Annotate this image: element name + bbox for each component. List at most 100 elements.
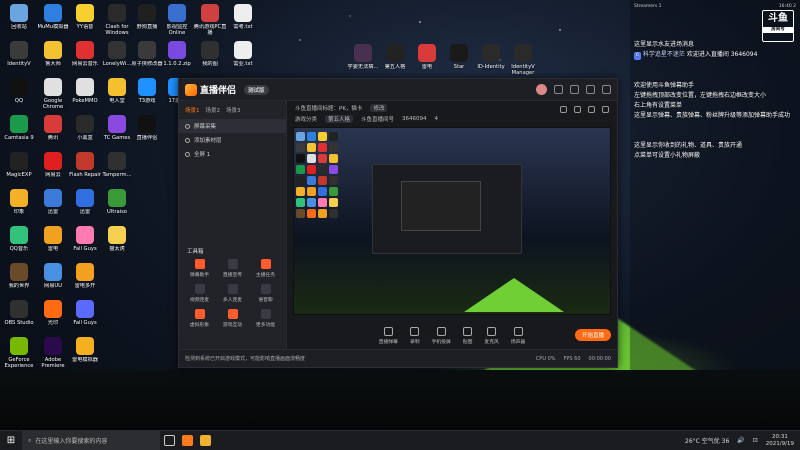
network-icon[interactable]: ⊡ — [753, 437, 758, 444]
desktop-icon[interactable]: YY语音 — [68, 4, 102, 30]
control-button[interactable]: 直播弹幕 — [379, 327, 398, 345]
weather-widget[interactable]: 26°C 空气优 36 — [685, 436, 729, 445]
desktop-icon[interactable]: QQ音乐 — [2, 226, 36, 252]
tab-scene-1[interactable]: 场景1 — [185, 106, 200, 114]
source-item[interactable]: 屏幕采集 — [179, 119, 286, 133]
desktop-icon[interactable]: 网易云音乐 — [68, 41, 102, 67]
stream-preview[interactable] — [293, 127, 611, 315]
desktop-icon[interactable]: 猫太虎 — [100, 226, 134, 252]
control-button[interactable]: 贴图 — [463, 327, 472, 345]
desktop-icon[interactable]: Clash for Windows — [100, 4, 134, 36]
desktop-icon[interactable]: GeForce Experience — [2, 337, 36, 369]
system-clock[interactable]: 20:31 2021/9/19 — [766, 434, 794, 448]
desktop-icon[interactable]: Camtasia 9 — [2, 115, 36, 141]
desktop-icon[interactable]: TC Games — [100, 115, 134, 141]
desktop-icon[interactable]: Ultraiso — [100, 189, 134, 215]
control-button[interactable]: 手机投屏 — [432, 327, 451, 345]
desktop-icon[interactable]: MuMu模拟器 — [36, 4, 70, 30]
minimize-icon[interactable] — [586, 85, 595, 94]
tool-item[interactable]: 虚拟形象 — [183, 309, 216, 328]
desktop-icon[interactable]: 鲁大师 — [36, 41, 70, 67]
desktop-icon[interactable]: 需业.txt — [226, 41, 260, 67]
desktop-icon[interactable]: 直播伴侣 — [130, 115, 164, 141]
desktop-icon[interactable]: 回收站 — [2, 4, 36, 30]
tool-item[interactable]: 更多功能 — [249, 309, 282, 328]
taskbar-search[interactable]: ⌕ 在这里输入你要搜索的内容 — [22, 430, 160, 450]
windows-start-icon[interactable]: ⊞ — [0, 431, 22, 450]
desktop-icon[interactable]: 雷电多开 — [68, 263, 102, 289]
taskbar-app-explorer[interactable] — [196, 431, 214, 450]
app-titlebar[interactable]: 直播伴侣 测试版 — [179, 79, 617, 101]
desktop-icon[interactable]: 1.1.0.2.zip — [160, 41, 194, 67]
desktop-icon[interactable]: T3游戏 — [130, 78, 164, 104]
desktop-icon[interactable]: 我的图 — [193, 41, 227, 67]
control-button[interactable]: 麦克风 — [484, 327, 499, 345]
taskbar-app-streaming[interactable] — [178, 431, 196, 450]
desktop-icon[interactable]: 需考.txt — [226, 4, 260, 30]
desktop-icon[interactable]: Star — [442, 44, 476, 70]
share-icon[interactable] — [602, 106, 609, 113]
settings-icon[interactable] — [570, 85, 579, 94]
danmaku-overlay[interactable]: Streamers 1 16:40 2 斗鱼 房间号 这里显示水友进场消息 6 科学… — [630, 0, 800, 380]
desktop-icon[interactable]: 腾讯游戏PC直播 — [193, 4, 227, 36]
desktop-icon[interactable]: ID-Identity — [474, 44, 508, 70]
volume-icon[interactable]: 🔊 — [737, 437, 744, 444]
desktop-icon[interactable]: OBS Studio — [2, 300, 36, 326]
desktop-icon[interactable]: 迅雷 — [36, 189, 70, 215]
desktop-icon[interactable]: 雷电 — [410, 44, 444, 70]
desktop-icon[interactable]: 雷电 — [36, 226, 70, 252]
desktop-icon[interactable]: MagicEXP — [2, 152, 36, 178]
desktop-icon[interactable]: 雷电模拟器 — [68, 337, 102, 363]
tab-scene-2[interactable]: 场景2 — [206, 106, 221, 114]
message-icon[interactable] — [554, 85, 563, 94]
tool-item[interactable]: 视频连麦 — [183, 284, 216, 303]
desktop-icon[interactable]: 原子侠修改器 — [130, 41, 164, 67]
desktop-icon[interactable]: 网易UU — [36, 263, 70, 289]
desktop-icon[interactable]: Adobe Premiere — [36, 337, 70, 369]
desktop-icon[interactable]: 第五人格 — [378, 44, 412, 70]
tab-scene-3[interactable]: 场景3 — [226, 106, 241, 114]
category-value[interactable]: 第五人格 — [325, 115, 354, 123]
source-item[interactable]: 全屏 1 — [179, 147, 286, 161]
desktop-icon[interactable]: 野狗直播 — [130, 4, 164, 30]
desktop-icon[interactable]: IdentityV Manager — [506, 44, 540, 76]
bell-icon[interactable] — [574, 106, 581, 113]
desktop-icon[interactable]: 电人堂 — [100, 78, 134, 104]
control-button[interactable]: 录制 — [410, 327, 420, 345]
tool-item[interactable]: 主播任务 — [249, 259, 282, 278]
tool-item[interactable]: 多人连麦 — [216, 284, 249, 303]
tool-item[interactable]: 语音聊 — [249, 284, 282, 303]
tool-item[interactable]: 直播宣传 — [216, 259, 249, 278]
gift-icon[interactable] — [560, 106, 567, 113]
edit-title-button[interactable]: 修改 — [370, 104, 388, 112]
desktop-icon[interactable]: Google Chrome — [36, 78, 70, 110]
desktop-icon[interactable]: 光印 — [36, 300, 70, 326]
desktop-icon[interactable]: Flash Repair — [68, 152, 102, 178]
visibility-icon[interactable] — [185, 123, 190, 129]
task-view-icon[interactable] — [160, 431, 178, 450]
desktop-icon[interactable]: QQ — [2, 78, 36, 104]
desktop-icon[interactable]: LonelyWi... — [100, 41, 134, 67]
desktop-icon[interactable]: IdentityV — [2, 41, 36, 67]
desktop-icon[interactable]: 腾讯 — [36, 115, 70, 141]
visibility-icon[interactable] — [185, 137, 190, 143]
desktop-icon[interactable]: 网易云 — [36, 152, 70, 178]
close-icon[interactable] — [602, 85, 611, 94]
desktop-icon[interactable]: Fall Guys — [68, 226, 102, 252]
desktop-icon[interactable]: Fall Guys — [68, 300, 102, 326]
tool-item[interactable]: 弹幕助手 — [183, 259, 216, 278]
source-item[interactable]: 添加素材层 — [179, 133, 286, 147]
desktop-icon[interactable]: Tamperm... — [100, 152, 134, 178]
control-button[interactable]: 扬声器 — [511, 327, 525, 345]
lock-icon[interactable] — [588, 106, 595, 113]
tool-item[interactable]: 游戏互动 — [216, 309, 249, 328]
desktop-icon[interactable]: 小黑盒 — [68, 115, 102, 141]
start-live-button[interactable]: 开始直播 — [575, 329, 611, 341]
desktop-icon[interactable]: 影视监控 Online — [160, 4, 194, 36]
desktop-icon[interactable]: 学委无法搞... — [346, 44, 380, 70]
streaming-assistant-window[interactable]: 直播伴侣 测试版 场景1 场景2 场景3 屏幕采集 添加素材层 全屏 1 工具箱… — [178, 78, 618, 368]
visibility-icon[interactable] — [185, 151, 190, 157]
chat-username[interactable]: 科学追星不迷茫 — [643, 51, 685, 58]
desktop-icon[interactable]: 我的世界 — [2, 263, 36, 289]
desktop-icon[interactable]: 印象 — [2, 189, 36, 215]
